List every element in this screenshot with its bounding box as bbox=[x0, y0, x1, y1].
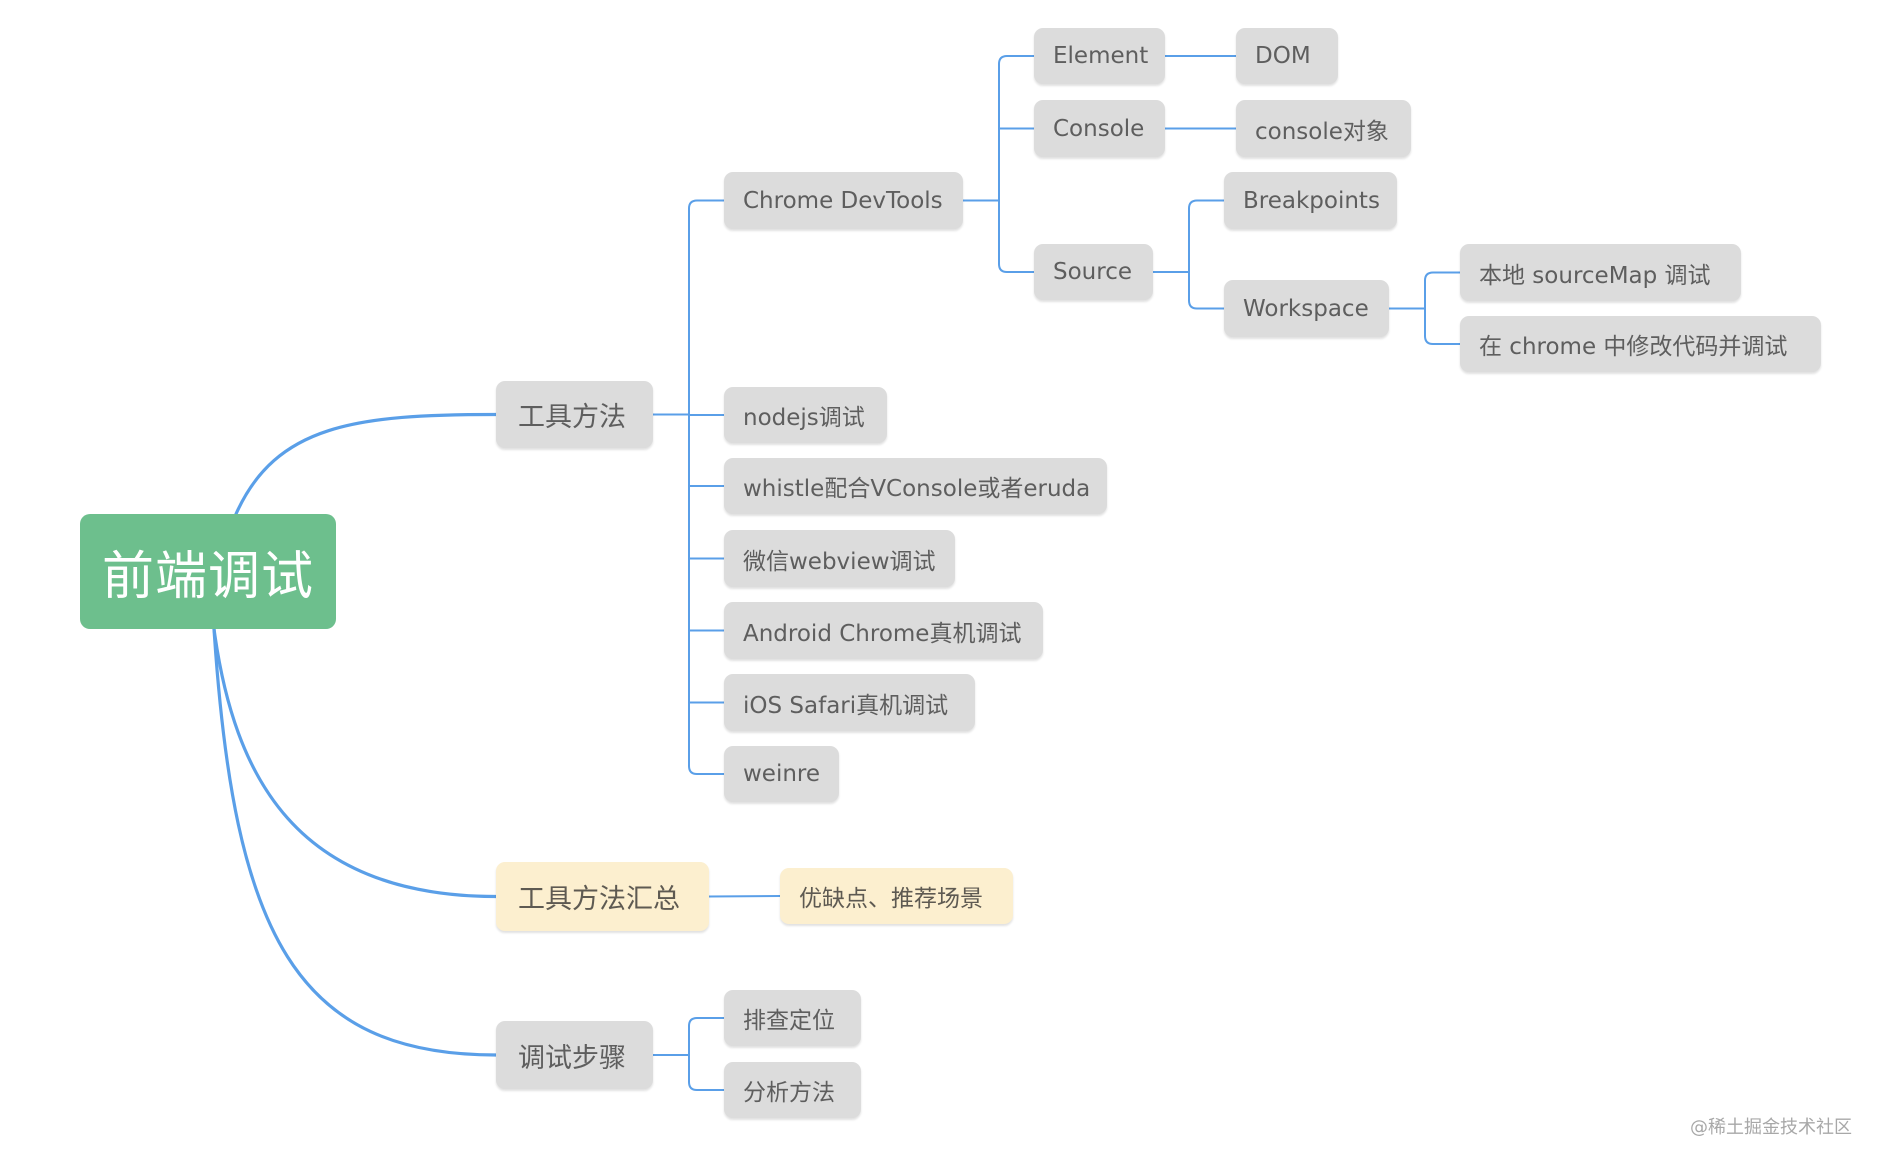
connector-steps-analyze bbox=[688, 1081, 725, 1091]
node-label: Console bbox=[1053, 115, 1145, 142]
connector-devtools-source bbox=[998, 263, 1035, 273]
curve-connector-summary bbox=[212, 627, 498, 899]
node-label: 排查定位 bbox=[743, 1008, 835, 1034]
node-whistle[interactable]: whistle配合VConsole或者eruda bbox=[724, 458, 1107, 514]
node-label: weinre bbox=[743, 761, 821, 787]
node-local-sourcemap-debug[interactable]: 本地 sourceMap 调试 bbox=[1460, 244, 1741, 301]
node-label: 在 chrome 中修改代码并调试 bbox=[1479, 334, 1788, 360]
node-android-chrome[interactable]: Android Chrome真机调试 bbox=[724, 602, 1043, 659]
node-label: console对象 bbox=[1255, 118, 1389, 145]
connector-devtools-element bbox=[998, 55, 1035, 65]
node-console-object[interactable]: console对象 bbox=[1236, 100, 1411, 157]
connector-source-workspace bbox=[1188, 299, 1225, 310]
node-label: Breakpoints bbox=[1243, 187, 1380, 214]
node-label: Element bbox=[1053, 43, 1149, 69]
node-label: Android Chrome真机调试 bbox=[743, 620, 1022, 647]
node-tools-summary[interactable]: 工具方法汇总 bbox=[496, 862, 709, 931]
connector-workspace-chrome-edit bbox=[1424, 335, 1461, 345]
connector-workspace-sourcemap bbox=[1424, 271, 1461, 282]
node-chrome-devtools[interactable]: Chrome DevTools bbox=[724, 172, 963, 229]
connector-summary-pros-cons bbox=[708, 895, 781, 898]
node-label: 优缺点、推荐场景 bbox=[799, 886, 983, 912]
root-node-frontend-debugging[interactable]: 前端调试 bbox=[80, 514, 336, 629]
curve-connector-tools bbox=[234, 412, 498, 516]
node-chrome-edit-debug[interactable]: 在 chrome 中修改代码并调试 bbox=[1460, 316, 1821, 372]
node-label: 本地 sourceMap 调试 bbox=[1479, 262, 1711, 289]
node-wechat-webview[interactable]: 微信webview调试 bbox=[724, 530, 955, 587]
node-tools-methods[interactable]: 工具方法 bbox=[496, 381, 653, 448]
node-nodejs-debug[interactable]: nodejs调试 bbox=[724, 387, 887, 443]
node-workspace[interactable]: Workspace bbox=[1224, 280, 1389, 337]
node-label: Source bbox=[1053, 259, 1132, 285]
node-label: DOM bbox=[1255, 43, 1311, 69]
node-element[interactable]: Element bbox=[1034, 28, 1165, 84]
node-console[interactable]: Console bbox=[1034, 100, 1165, 157]
node-label: 微信webview调试 bbox=[743, 548, 936, 575]
node-label: whistle配合VConsole或者eruda bbox=[743, 476, 1091, 502]
connector-tools-devtools bbox=[688, 199, 725, 210]
node-pros-cons[interactable]: 优缺点、推荐场景 bbox=[780, 868, 1013, 924]
node-dom[interactable]: DOM bbox=[1236, 28, 1338, 84]
node-weinre[interactable]: weinre bbox=[724, 746, 839, 802]
node-debug-steps[interactable]: 调试步骤 bbox=[496, 1021, 653, 1089]
watermark: @稀土掘金技术社区 bbox=[1690, 1117, 1852, 1138]
node-label: 工具方法 bbox=[518, 402, 626, 433]
node-source[interactable]: Source bbox=[1034, 244, 1153, 300]
node-locate[interactable]: 排查定位 bbox=[724, 990, 861, 1046]
node-label: 分析方法 bbox=[743, 1080, 835, 1106]
node-breakpoints[interactable]: Breakpoints bbox=[1224, 172, 1397, 229]
node-label: 调试步骤 bbox=[518, 1042, 626, 1074]
node-label: Workspace bbox=[1243, 295, 1369, 322]
node-label: iOS Safari真机调试 bbox=[743, 692, 949, 719]
node-label: nodejs调试 bbox=[743, 405, 865, 431]
node-label: Chrome DevTools bbox=[743, 187, 943, 214]
connector-source-breakpoints bbox=[1188, 199, 1225, 210]
node-label: 前端调试 bbox=[101, 547, 314, 607]
curve-connector-steps bbox=[212, 627, 498, 1057]
connector-tools-weinre bbox=[688, 765, 725, 775]
node-ios-safari[interactable]: iOS Safari真机调试 bbox=[724, 674, 975, 731]
node-analyze[interactable]: 分析方法 bbox=[724, 1062, 861, 1118]
node-label: 工具方法汇总 bbox=[518, 884, 680, 915]
connector-steps-locate bbox=[688, 1017, 725, 1027]
